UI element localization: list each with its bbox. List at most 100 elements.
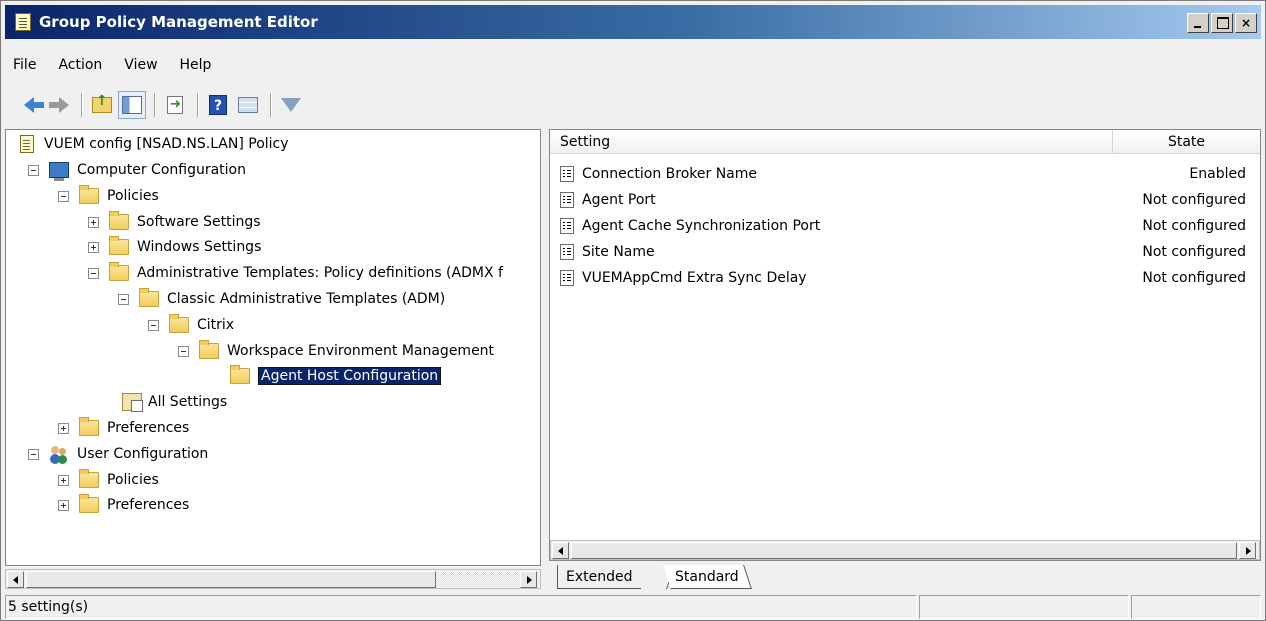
- status-bar: 5 setting(s): [5, 595, 1261, 619]
- tree-item-label: Classic Administrative Templates (ADM): [167, 291, 446, 307]
- policy-editor-icon: [15, 13, 31, 31]
- collapse-icon[interactable]: [148, 319, 159, 331]
- collapse-icon[interactable]: [118, 293, 129, 305]
- back-button[interactable]: [15, 91, 44, 119]
- list-horizontal-scrollbar[interactable]: [550, 540, 1260, 560]
- collapse-icon[interactable]: [28, 448, 39, 460]
- tree-item-label: Software Settings: [137, 214, 261, 230]
- tree-item-administrative-templates[interactable]: Administrative Templates: Policy definit…: [88, 261, 503, 285]
- setting-state: Not configured: [1142, 192, 1246, 208]
- tree-item-classic-administrative-templates[interactable]: Classic Administrative Templates (ADM): [118, 287, 445, 311]
- scroll-left-button[interactable]: [552, 542, 569, 559]
- expand-icon[interactable]: [58, 499, 69, 511]
- window-title: Group Policy Management Editor: [39, 13, 318, 31]
- title-bar[interactable]: Group Policy Management Editor ×: [5, 5, 1261, 39]
- tab-extended[interactable]: Extended: [557, 565, 641, 589]
- tree-item-user-configuration[interactable]: User Configuration: [28, 442, 208, 466]
- setting-icon: [560, 166, 574, 182]
- tree-item-user-preferences[interactable]: Preferences: [58, 493, 189, 517]
- tree-item-policies[interactable]: Policies: [58, 184, 159, 208]
- list-item[interactable]: Agent Port Not configured: [550, 187, 1260, 213]
- tab-standard[interactable]: Standard: [663, 565, 752, 589]
- tree-item-software-settings[interactable]: Software Settings: [88, 210, 261, 234]
- minimize-button[interactable]: [1187, 13, 1209, 33]
- tree-item-workspace-environment-management[interactable]: Workspace Environment Management: [178, 339, 494, 363]
- tree-item-label: Workspace Environment Management: [227, 343, 495, 359]
- list-item[interactable]: Agent Cache Synchronization Port Not con…: [550, 213, 1260, 239]
- forward-button[interactable]: [45, 91, 73, 119]
- help-button[interactable]: ?: [204, 91, 232, 119]
- back-icon: [24, 97, 44, 113]
- collapse-icon[interactable]: [88, 267, 99, 279]
- setting-name: Agent Cache Synchronization Port: [582, 218, 821, 234]
- tree-item-label: Citrix: [197, 317, 235, 333]
- menu-help[interactable]: Help: [169, 57, 223, 73]
- expand-icon[interactable]: [88, 241, 99, 253]
- close-button[interactable]: ×: [1235, 13, 1257, 33]
- list-header: Setting State: [550, 130, 1260, 154]
- properties-icon: [238, 97, 258, 113]
- scroll-left-button[interactable]: [7, 571, 24, 588]
- tree-item-label: Administrative Templates: Policy definit…: [137, 265, 503, 281]
- scroll-right-button[interactable]: [1239, 542, 1256, 559]
- list-item[interactable]: VUEMAppCmd Extra Sync Delay Not configur…: [550, 265, 1260, 291]
- tree-item-computer-preferences[interactable]: Preferences: [58, 416, 189, 440]
- expand-icon[interactable]: [58, 422, 69, 434]
- tree-item-policy-root[interactable]: VUEM config [NSAD.NS.LAN] Policy: [20, 132, 289, 156]
- folder-icon: [79, 469, 99, 488]
- menu-file[interactable]: File: [5, 57, 47, 73]
- menu-action[interactable]: Action: [47, 57, 113, 73]
- toolbar-separator: [270, 93, 271, 117]
- column-header-state[interactable]: State: [1113, 130, 1260, 153]
- properties-button[interactable]: [234, 91, 262, 119]
- collapse-icon[interactable]: [28, 164, 39, 176]
- toolbar-separator: [81, 93, 82, 117]
- setting-state: Enabled: [1189, 166, 1246, 182]
- setting-icon: [560, 192, 574, 208]
- folder-icon: [199, 340, 219, 359]
- toolbar-separator: [197, 93, 198, 117]
- setting-name: VUEMAppCmd Extra Sync Delay: [582, 270, 807, 286]
- tree-item-label: Windows Settings: [137, 239, 262, 255]
- all-settings-icon: [122, 393, 143, 412]
- policy-doc-icon: [20, 135, 34, 153]
- collapse-icon[interactable]: [178, 345, 189, 357]
- folder-icon: [109, 236, 129, 255]
- tree-item-windows-settings[interactable]: Windows Settings: [88, 235, 261, 259]
- column-header-setting[interactable]: Setting: [550, 130, 1113, 153]
- tree-item-all-settings[interactable]: All Settings: [122, 390, 227, 414]
- menu-view[interactable]: View: [113, 57, 168, 73]
- maximize-button[interactable]: [1211, 13, 1233, 33]
- tree-item-citrix[interactable]: Citrix: [148, 313, 234, 337]
- scroll-right-button[interactable]: [520, 571, 537, 588]
- scroll-thumb[interactable]: [26, 571, 436, 588]
- setting-icon: [560, 218, 574, 234]
- tree-item-label: Policies: [107, 472, 159, 488]
- tree-item-user-policies[interactable]: Policies: [58, 468, 159, 492]
- toolbar-separator: [154, 93, 155, 117]
- folder-icon: [109, 211, 129, 230]
- setting-state: Not configured: [1142, 270, 1246, 286]
- export-list-icon: [167, 96, 183, 114]
- tree-item-label: VUEM config [NSAD.NS.LAN] Policy: [44, 136, 289, 152]
- up-one-level-button[interactable]: [88, 91, 116, 119]
- tree-horizontal-scrollbar[interactable]: [5, 569, 541, 589]
- collapse-icon[interactable]: [58, 190, 69, 202]
- setting-icon: [560, 244, 574, 260]
- expand-icon[interactable]: [88, 216, 99, 228]
- show-hide-tree-button[interactable]: [118, 91, 146, 119]
- expand-icon[interactable]: [58, 474, 69, 486]
- tree-item-computer-configuration[interactable]: Computer Configuration: [28, 158, 246, 182]
- export-list-button[interactable]: [161, 91, 189, 119]
- scroll-thumb[interactable]: [571, 542, 1237, 559]
- settings-list[interactable]: Setting State Connection Broker Name Ena…: [549, 129, 1261, 561]
- folder-icon: [79, 185, 99, 204]
- console-tree[interactable]: VUEM config [NSAD.NS.LAN] Policy Compute…: [5, 129, 541, 566]
- filter-button[interactable]: [277, 91, 305, 119]
- tree-item-label: User Configuration: [77, 446, 209, 462]
- setting-state: Not configured: [1142, 244, 1246, 260]
- tree-item-agent-host-configuration[interactable]: Agent Host Configuration: [230, 364, 442, 388]
- list-item[interactable]: Connection Broker Name Enabled: [550, 161, 1260, 187]
- list-item[interactable]: Site Name Not configured: [550, 239, 1260, 265]
- folder-icon: [79, 417, 99, 436]
